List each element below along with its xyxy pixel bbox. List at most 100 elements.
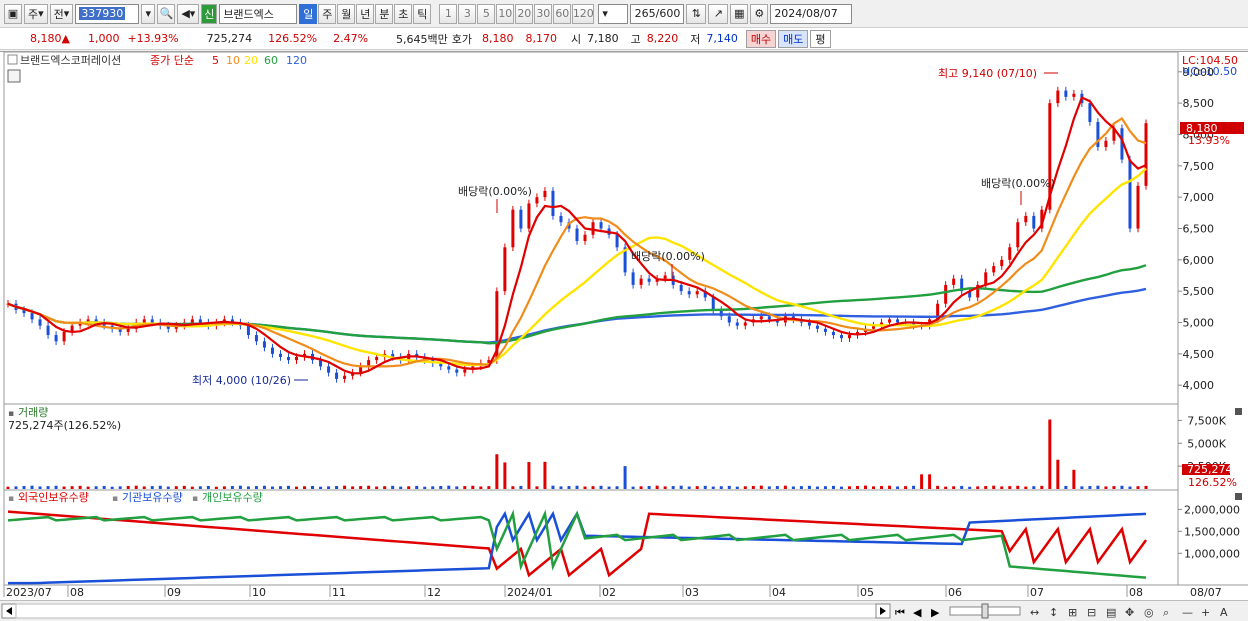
volume-bar [743, 486, 747, 489]
volume-bar [70, 486, 74, 489]
x-tick-label: 07 [1030, 586, 1044, 599]
candle-body [1000, 259, 1004, 267]
candle-body [695, 291, 699, 295]
speaker-icon[interactable]: ◀▾ [177, 3, 200, 24]
ask: 8,180 [482, 32, 514, 45]
candle-body [815, 325, 819, 329]
chart-tool-10[interactable]: A [1220, 606, 1228, 619]
candle-body [888, 319, 892, 323]
volume-bar [335, 486, 339, 489]
volume-tag-pct: 126.52% [1188, 476, 1237, 489]
candle-body [246, 325, 250, 336]
volume-toggle-icon: ▪ [8, 409, 14, 419]
volume-bar [1024, 486, 1028, 489]
volume-bar [864, 485, 868, 489]
volume-bar [799, 486, 803, 489]
nav-button-0[interactable]: ⏮ [895, 606, 905, 619]
tab-period-0[interactable]: 일 [299, 3, 318, 24]
volume-bar [6, 486, 10, 489]
interval-60[interactable]: 60 [553, 3, 572, 24]
quote-strip: 8,180 ▲ 1,000 +13.93% 725,274 126.52% 2.… [0, 28, 1248, 50]
interval-120[interactable]: 120 [572, 3, 595, 24]
ma-legend-60: 60 [264, 54, 278, 67]
x-tick-label: 06 [948, 586, 962, 599]
plot-frame [3, 51, 1179, 586]
volume-bar [647, 485, 651, 489]
search-icon[interactable]: 🔍 [157, 3, 176, 24]
candle-body [46, 325, 50, 336]
chart-tool-2[interactable]: ⊞ [1068, 606, 1077, 619]
candle-body [295, 356, 299, 361]
tab-period-6[interactable]: 틱 [413, 3, 432, 24]
interval-5[interactable]: 5 [477, 3, 496, 24]
nav-button-1[interactable]: ◀ [913, 606, 922, 619]
save-icon[interactable]: ▦ [730, 3, 749, 24]
amount: 5,645백만 [396, 32, 448, 46]
volume-bar [399, 486, 403, 489]
draw-icon[interactable]: ↗ [708, 3, 729, 24]
tab-period-5[interactable]: 초 [394, 3, 413, 24]
tab-period-2[interactable]: 월 [337, 3, 356, 24]
sell-button[interactable]: 매도 [778, 29, 809, 48]
zoom-icon[interactable]: ⇅ [686, 3, 707, 24]
chart-tool-1[interactable]: ↕ [1049, 606, 1058, 619]
custom-interval[interactable]: ▾ [598, 3, 629, 24]
chart-tool-7[interactable]: ⌕ [1163, 606, 1169, 619]
change: 1,000 [87, 32, 120, 45]
x-tick-label: 12 [427, 586, 441, 599]
volume-bar [767, 486, 771, 489]
chart-tool-9[interactable]: + [1201, 606, 1210, 619]
volume-bar [807, 485, 811, 489]
bid: 8,170 [525, 32, 558, 45]
interval-10[interactable]: 10 [496, 3, 515, 24]
chart-svg[interactable]: 9,0008,5008,0007,5007,0006,5006,0005,500… [0, 51, 1248, 602]
x-tick-label: 08 [1129, 586, 1143, 599]
candle-body [150, 319, 154, 323]
chart-tool-0[interactable]: ↔ [1030, 606, 1039, 619]
candle-body [575, 228, 579, 242]
volume-bar [1136, 486, 1140, 489]
chart-tool-8[interactable]: — [1182, 606, 1193, 619]
interval-3[interactable]: 3 [458, 3, 477, 24]
volume-bar [1032, 486, 1036, 489]
code-input[interactable]: 337930 [75, 3, 140, 24]
chart-tool-3[interactable]: ⊟ [1087, 606, 1096, 619]
interval-30[interactable]: 30 [534, 3, 553, 24]
volume-bar [671, 486, 675, 489]
volume-bar [1040, 485, 1044, 489]
volume-bar [815, 486, 819, 489]
candle-body [1128, 159, 1132, 229]
tab-period-1[interactable]: 주 [318, 3, 337, 24]
holdings-toggle-icon: ▪ [192, 494, 198, 504]
avg-button[interactable]: 평 [810, 29, 831, 48]
interval-1[interactable]: 1 [439, 3, 458, 24]
high-label: 고 [630, 32, 641, 46]
gear-icon[interactable]: ⚙ [750, 3, 769, 24]
turnover: 2.47% [333, 32, 369, 45]
tab-period-4[interactable]: 분 [375, 3, 394, 24]
volume-bar [86, 486, 90, 489]
tab-period-3[interactable]: 년 [356, 3, 375, 24]
candle-body [62, 331, 66, 342]
count-field[interactable]: 265/600 [630, 3, 685, 24]
scroll-controls[interactable]: ⏮◀▶⏭↔↕⊞⊟▤✥◎⌕—+A [0, 601, 1248, 621]
holdings-tick-label: 1,500,000 [1184, 525, 1240, 538]
volume-bar [687, 486, 691, 489]
chart-area[interactable]: 9,000 8,500 8,000 7,500 7,000 6,500 6,000 5,500… [0, 51, 1248, 601]
chart-tool-4[interactable]: ▤ [1106, 606, 1116, 619]
chart-tool-5[interactable]: ✥ [1125, 606, 1134, 619]
prev-button[interactable]: 전 ▾ [49, 3, 74, 24]
layout-icon[interactable]: ▣ [4, 3, 22, 24]
holdings-legend-1: 기관보유수량 [122, 491, 183, 504]
interval-20[interactable]: 20 [515, 3, 534, 24]
zoom-handle[interactable] [981, 603, 989, 619]
min-annotation: 최저 4,000 (10/26) [192, 374, 291, 387]
chart-tool-6[interactable]: ◎ [1144, 606, 1154, 619]
date-input[interactable]: 2024/08/07 [770, 3, 853, 24]
volume-bar [944, 486, 948, 489]
market-select[interactable]: 주 ▾ [24, 3, 48, 24]
buy-button[interactable]: 매수 [745, 29, 777, 48]
nav-button-2[interactable]: ▶ [931, 606, 940, 619]
chevron-down-icon[interactable]: ▾ [141, 3, 156, 24]
scroll-track[interactable] [15, 603, 877, 619]
